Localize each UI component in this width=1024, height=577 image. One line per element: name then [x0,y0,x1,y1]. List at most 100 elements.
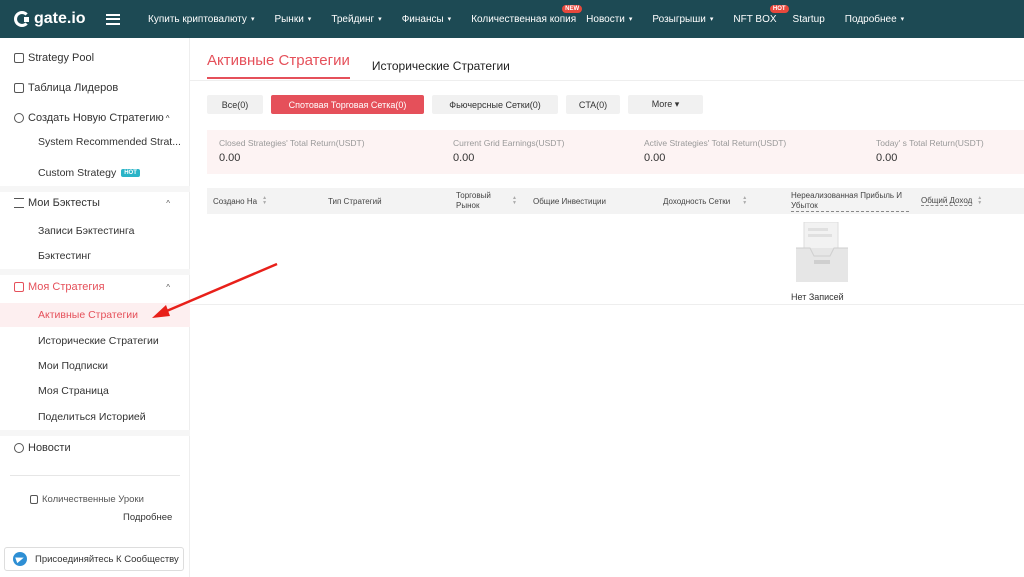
nav-label: Розыгрыши [652,13,706,25]
sidebar-label: Записи Бэктестинга [38,225,135,237]
tab-active-strategies[interactable]: Активные Стратегии [207,52,350,79]
sidebar-item-custom-strategy[interactable]: Custom Strategy HOT [0,167,190,179]
filter-more[interactable]: More ▾ [628,95,703,114]
sidebar-item-share-history[interactable]: Поделиться Историей [0,411,190,423]
sidebar-divider [0,269,190,275]
column-label: Общий Доход [921,196,973,206]
nav-label: Startup [792,13,825,25]
column-grid-yield[interactable]: Доходность Сетки ▲ ▼ [663,188,747,214]
nav-finance[interactable]: Финансы ▾ [402,14,452,25]
stat-label: Today' s Total Return(USDT) [876,138,984,148]
document-icon [14,53,24,63]
lessons-more-link[interactable]: Подробнее [123,512,172,523]
column-market[interactable]: Торговый Рынок ▲ ▼ [456,188,517,214]
tab-historical-strategies[interactable]: Исторические Стратегии [372,59,510,79]
hamburger-menu-icon[interactable] [106,13,120,25]
nav-label: Трейдинг [331,13,375,25]
sidebar-item-strategy-pool[interactable]: Strategy Pool [0,52,190,64]
stat-value: 0.00 [453,152,475,164]
nav-label: Рынки [274,13,304,25]
nav-more[interactable]: Подробнее ▾ [845,14,904,25]
filter-futures-grid[interactable]: Фьючерсные Сетки(0) [432,95,558,114]
sidebar-item-system-recommended[interactable]: System Recommended Strat... [0,136,190,148]
nav-buy-crypto[interactable]: Купить криптовалюту ▾ [148,14,254,25]
hot-badge: HOT [769,4,789,13]
sidebar-label: Создать Новую Стратегию [28,112,164,124]
stat-label: Current Grid Earnings(USDT) [453,138,565,148]
nav-news[interactable]: Новости ▾ [586,14,632,25]
sidebar-label: Мои Подписки [38,360,109,372]
chevron-down-icon: ▾ [307,16,312,23]
sidebar-label: Моя Стратегия [28,281,105,293]
sidebar-item-my-subscriptions[interactable]: Мои Подписки [0,360,190,372]
quant-lessons-link[interactable]: Количественные Уроки [30,494,144,505]
sidebar-item-historical-strategies[interactable]: Исторические Стратегии [0,335,190,347]
sidebar-divider [0,186,190,192]
stat-label: Active Strategies' Total Return(USDT) [644,138,787,148]
filter-cta[interactable]: CTA(0) [566,95,620,114]
book-icon [30,495,38,504]
strategy-filters: Все(0) Спотовая Торговая Сетка(0) Фьючер… [207,95,711,114]
top-navigation-bar: gate.io Купить криптовалюту ▾ Рынки ▾ Трей… [0,0,1024,38]
stat-value: 0.00 [876,152,898,164]
sidebar-separator [10,475,180,476]
sidebar-label: Таблица Лидеров [28,82,119,94]
sidebar-item-leaderboard[interactable]: Таблица Лидеров [0,82,190,94]
stat-active-return: Active Strategies' Total Return(USDT) 0.… [644,138,786,164]
lessons-label: Количественные Уроки [42,494,144,505]
join-community-button[interactable]: Присоединяйтесь К Сообществу [4,547,184,571]
column-label: Общие Инвестиции [533,196,606,206]
sidebar-label: Strategy Pool [28,52,95,64]
nav-markets[interactable]: Рынки ▾ [274,14,311,25]
sidebar-label: Поделиться Историей [38,411,146,423]
nav-nft-box[interactable]: NFT BOX HOT [733,4,789,25]
sort-icon[interactable]: ▲ ▼ [512,196,517,206]
sidebar-item-backtest-records[interactable]: Записи Бэктестинга [0,225,190,237]
empty-inbox-icon [796,222,848,282]
column-type: Тип Стратегий [328,188,382,214]
nav-startup[interactable]: Startup [793,14,825,25]
sidebar-divider [0,430,190,436]
sidebar-item-my-strategy[interactable]: Моя Стратегия ^ [0,281,190,293]
empty-state-text: Нет Записей [791,292,844,302]
nav-trading[interactable]: Трейдинг ▾ [331,14,381,25]
gateio-logo-icon [14,11,30,27]
nav-label: Финансы [401,13,444,25]
sort-icon[interactable]: ▲ ▼ [977,196,982,206]
sort-icon[interactable]: ▲ ▼ [262,196,267,206]
stat-label: Closed Strategies' Total Return(USDT) [219,138,365,148]
filter-all[interactable]: Все(0) [207,95,263,114]
gateio-logo[interactable]: gate.io [14,10,96,28]
sort-icon[interactable]: ▲ ▼ [742,196,747,206]
community-label: Присоединяйтесь К Сообществу [35,553,179,565]
filter-spot-grid[interactable]: Спотовая Торговая Сетка(0) [271,95,424,114]
chevron-up-icon: ^ [166,282,170,292]
chevron-down-icon: ▾ [250,16,255,23]
sidebar-item-backtesting[interactable]: Бэктестинг [0,250,190,262]
logo-text: gate.io [34,10,86,27]
chevron-down-icon: ▾ [709,16,714,23]
sidebar-item-news[interactable]: Новости [0,442,190,454]
sidebar-item-my-page[interactable]: Моя Страница [0,385,190,397]
hot-badge: HOT [121,169,140,177]
sidebar-label: Исторические Стратегии [38,335,159,347]
stat-closed-return: Closed Strategies' Total Return(USDT) 0.… [219,138,365,164]
news-icon [14,443,24,453]
sidebar-item-create-strategy[interactable]: Создать Новую Стратегию ^ [0,112,190,124]
create-strategy-icon [14,113,24,123]
leaderboard-icon [14,83,24,93]
sidebar-item-active-strategies[interactable]: Активные Стратегии [0,303,190,327]
column-unrealized-pnl[interactable]: Нереализованная Прибыль И Убыток [791,188,909,214]
strategies-table-header: Создано На ▲ ▼ Тип Стратегий Торговый Рын… [207,188,1024,214]
column-label: Тип Стратегий [328,196,382,206]
table-bottom-line [190,304,1024,305]
sidebar-item-my-backtests[interactable]: Мои Бэктесты ^ [0,197,190,209]
nav-quant-copy[interactable]: Количественная копия NEW [471,4,583,25]
chevron-up-icon: ^ [166,198,170,208]
column-total-income[interactable]: Общий Доход ▲ ▼ [921,188,982,214]
column-created[interactable]: Создано На ▲ ▼ [213,188,267,214]
nav-giveaways[interactable]: Розыгрыши ▾ [652,14,713,25]
telegram-icon [13,552,27,566]
sidebar-label: Моя Страница [38,385,109,397]
column-label: Создано На [213,196,258,206]
